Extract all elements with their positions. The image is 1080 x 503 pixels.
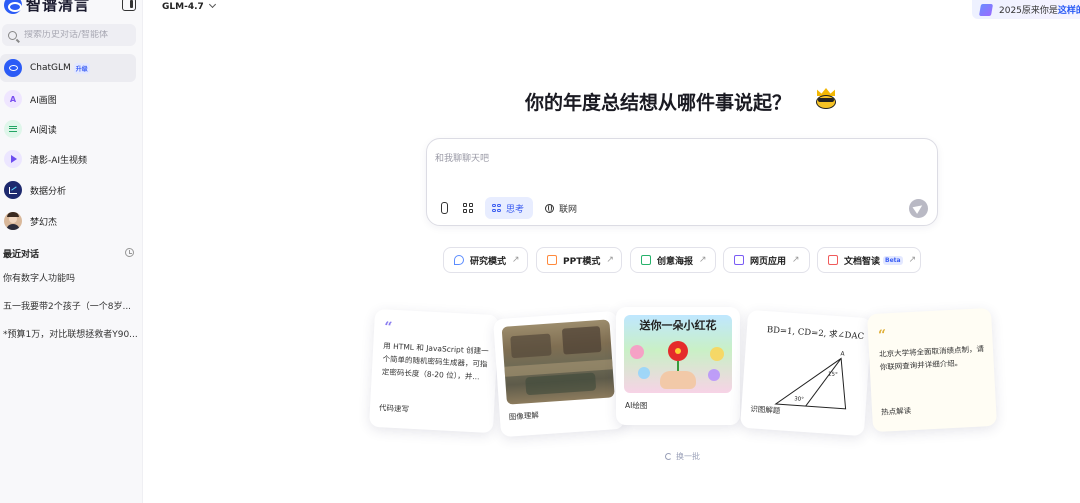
painting-thumbnail	[501, 319, 615, 405]
card-label: 识图解题	[750, 404, 781, 416]
sample-card-ai-draw[interactable]: 送你一朵小红花 AI绘图	[616, 307, 740, 425]
crown-emoji-icon	[814, 88, 838, 110]
angle-15-label: 15°	[828, 372, 838, 379]
model-label: GLM-4.7	[162, 2, 204, 12]
sidebar-item-chatglm[interactable]: ChatGLM 升级	[0, 54, 136, 82]
apps-icon[interactable]	[461, 197, 477, 219]
card-prompt: 北京大学将全面取消绩点制，请你联网查询并详细介绍。	[878, 344, 985, 372]
page-title: 你的年度总结想从哪件事说起？	[525, 92, 792, 114]
recent-conversation[interactable]: 五一我要带2个孩子（一个8岁...	[3, 299, 138, 312]
chat-input[interactable]	[435, 149, 915, 169]
chevron-down-icon	[208, 0, 216, 9]
chip-label: PPT模式	[563, 256, 601, 267]
chip-label: 网页应用	[750, 256, 787, 267]
card-label: 热点解读	[880, 406, 912, 417]
sidebar-item-label: 梦幻杰	[30, 217, 58, 228]
refresh-icon	[665, 453, 672, 460]
card-prompt: 用 HTML 和 JavaScript 创建一个简单的随机密码生成器，可指定密码…	[381, 341, 489, 382]
promo-text: 2025原来你是这样的	[999, 3, 1080, 16]
upgrade-badge[interactable]: 升级	[73, 62, 90, 74]
arrow-up-right-icon: ↗	[908, 255, 917, 265]
telescope-icon	[454, 255, 464, 265]
ai-draw-icon: A	[4, 90, 22, 108]
point-a-label: A	[840, 350, 845, 357]
promo-text-main: 2025原来你是	[999, 6, 1058, 16]
chip-label: 研究模式	[470, 256, 507, 267]
card-label: AI绘图	[625, 401, 648, 410]
chip-label: 文档智读	[844, 256, 881, 267]
sample-card-solve-by-image[interactable]: BD=1, CD=2, 求∠DAC A 15° 30° 识图解题	[740, 309, 872, 437]
recent-conversation[interactable]: *预算1万，对比联想拯救者Y90...	[3, 327, 138, 340]
zhipu-logo-icon	[4, 0, 22, 14]
chip-label: 创意海报	[657, 256, 694, 267]
sidebar-item-ai-read[interactable]: AI阅读	[0, 115, 136, 143]
arrow-up-right-icon: ↗	[792, 255, 800, 265]
promo-link[interactable]: 这样的	[1058, 6, 1080, 16]
sidebar-item-label: 数据分析	[30, 186, 67, 197]
globe-icon	[545, 203, 554, 213]
recent-title: 最近对话	[3, 250, 40, 260]
image-icon	[641, 255, 651, 265]
chip-doc-reading[interactable]: 文档智读 Beta ↗	[817, 247, 921, 273]
chatglm-logo-icon	[4, 59, 22, 77]
sidebar-item-ai-draw[interactable]: A AI画图	[0, 85, 136, 113]
promo-banner[interactable]: 2025原来你是这样的	[972, 0, 1080, 19]
recent-conversation[interactable]: 你有数字人功能吗	[3, 271, 138, 284]
sidebar-item-label: 清影-AI生视频	[30, 155, 88, 166]
arrow-up-right-icon: ↗	[512, 255, 520, 265]
quote-icon: “	[383, 319, 393, 336]
web-label: 联网	[559, 204, 578, 215]
model-selector[interactable]: GLM-4.7	[162, 0, 216, 12]
attachment-icon[interactable]	[437, 197, 453, 219]
think-icon	[492, 203, 501, 213]
chat-input-box: 思考 联网	[426, 138, 938, 226]
sample-card-code[interactable]: “ 用 HTML 和 JavaScript 创建一个简单的随机密码生成器，可指定…	[368, 308, 500, 434]
quote-icon: “	[877, 327, 887, 344]
sample-card-hot-topic[interactable]: “ 北京大学将全面取消绩点制，请你联网查询并详细介绍。 热点解读	[866, 307, 998, 433]
sidebar-item-label: AI阅读	[30, 125, 57, 136]
logo[interactable]: 智谱清言	[4, 0, 136, 14]
chip-web-app[interactable]: 网页应用 ↗	[723, 247, 810, 273]
think-toggle-button[interactable]: 思考	[485, 197, 533, 219]
chip-research-mode[interactable]: 研究模式 ↗	[443, 247, 528, 273]
sidebar-item-video[interactable]: 清影-AI生视频	[0, 145, 136, 173]
search-box[interactable]	[2, 24, 136, 46]
search-input[interactable]	[24, 30, 134, 40]
arrow-up-right-icon: ↗	[699, 255, 707, 265]
code-window-icon	[734, 255, 744, 265]
sidebar-item-data-analysis[interactable]: 数据分析	[0, 176, 136, 204]
chart-icon	[4, 181, 22, 199]
search-icon	[8, 30, 17, 40]
refresh-label: 换一批	[676, 452, 700, 461]
sidebar: 智谱清言 ChatGLM 升级 A AI画图 AI阅读 清影-AI生视频 数据分…	[0, 0, 143, 503]
video-play-icon	[4, 150, 22, 168]
sidebar-item-label: AI画图	[30, 95, 57, 106]
refresh-suggestions-button[interactable]: 换一批	[665, 451, 700, 462]
chip-ppt-mode[interactable]: PPT模式 ↗	[536, 247, 622, 273]
poster-title: 送你一朵小红花	[639, 319, 717, 332]
logo-text: 智谱清言	[26, 0, 91, 14]
web-search-toggle-button[interactable]: 联网	[543, 197, 583, 219]
ai-read-icon	[4, 120, 22, 138]
sample-card-image-understanding[interactable]: 图像理解	[493, 310, 625, 438]
history-icon[interactable]	[125, 248, 134, 257]
sidebar-collapse-icon[interactable]	[122, 0, 136, 11]
promo-icon	[978, 3, 994, 16]
flower-thumbnail: 送你一朵小红花	[624, 315, 732, 393]
beta-badge: Beta	[883, 255, 903, 265]
avatar-icon	[4, 212, 22, 230]
arrow-up-right-icon: ↗	[606, 255, 614, 265]
document-icon	[828, 255, 838, 265]
sidebar-item-profile[interactable]: 梦幻杰	[0, 207, 136, 235]
send-button[interactable]	[909, 199, 928, 218]
chip-creative-poster[interactable]: 创意海报 ↗	[630, 247, 716, 273]
sidebar-item-label: ChatGLM	[30, 63, 71, 73]
card-label: 代码速写	[378, 403, 410, 414]
card-label: 图像理解	[508, 410, 540, 422]
think-label: 思考	[506, 204, 525, 215]
angle-30-label: 30°	[794, 396, 804, 403]
presentation-icon	[547, 255, 557, 265]
geometry-problem-text: BD=1, CD=2, 求∠DAC	[766, 325, 865, 342]
